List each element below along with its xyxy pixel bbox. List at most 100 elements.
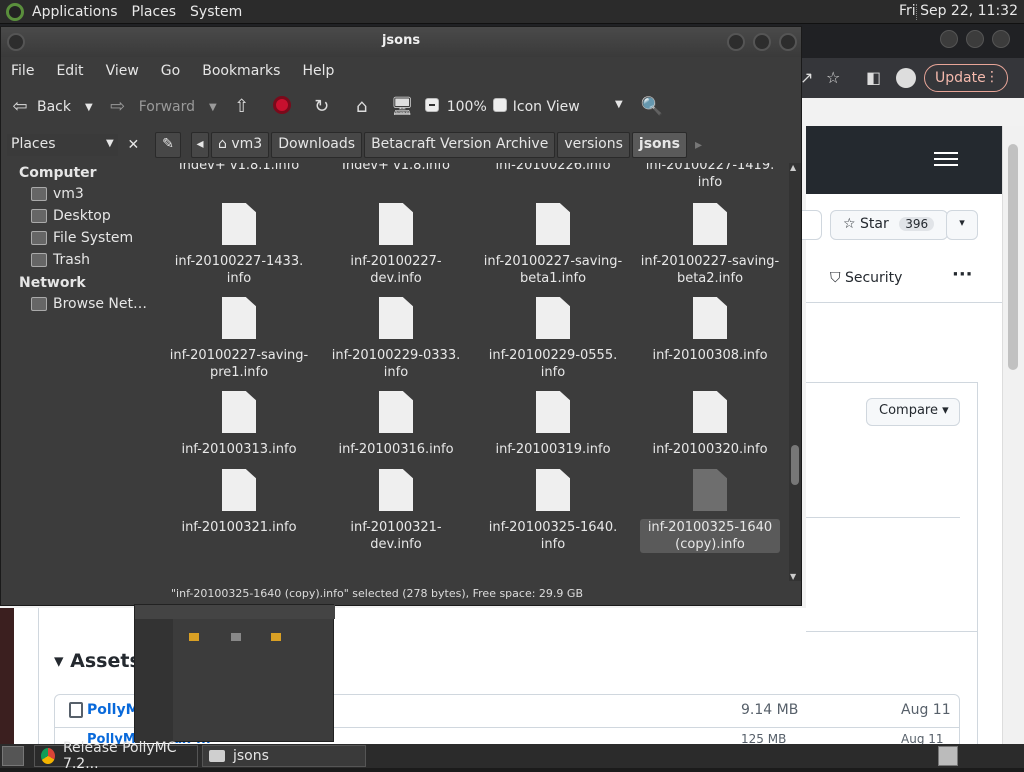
file-item[interactable]: inf-20100229-0555. info bbox=[483, 297, 623, 381]
star-count: 396 bbox=[899, 217, 935, 231]
file-item[interactable]: inf-20100320.info bbox=[640, 391, 780, 458]
close-icon[interactable] bbox=[779, 33, 797, 51]
zoom-level[interactable]: 100% bbox=[447, 99, 487, 115]
zoom-in-button[interactable] bbox=[492, 98, 507, 116]
update-button[interactable]: Update ⋮ bbox=[924, 64, 1008, 92]
close-icon[interactable] bbox=[992, 30, 1010, 48]
menu-edit[interactable]: Edit bbox=[56, 63, 83, 79]
file-item[interactable]: Indev+ v1.8.1.info bbox=[169, 163, 309, 174]
reload-icon[interactable]: ↻ bbox=[311, 96, 333, 118]
share-icon[interactable]: ↗ bbox=[800, 68, 813, 87]
menu-system[interactable]: System bbox=[190, 4, 242, 20]
home-icon[interactable]: ⌂ bbox=[351, 96, 373, 118]
search-icon[interactable]: 🔍 bbox=[641, 96, 663, 118]
star-dropdown-button[interactable]: ▾ bbox=[946, 210, 978, 240]
maximize-icon[interactable] bbox=[966, 30, 984, 48]
file-item[interactable]: inf-20100319.info bbox=[483, 391, 623, 458]
star-button[interactable]: ☆ Star 396 bbox=[830, 210, 948, 240]
window-preview-thumbnail[interactable] bbox=[134, 604, 335, 743]
file-grid[interactable]: Indev+ v1.8.1.info Indev+ v1.8.info inf-20… bbox=[155, 163, 801, 581]
scroll-thumb[interactable] bbox=[791, 445, 799, 485]
zoom-out-button[interactable] bbox=[424, 98, 439, 116]
task-file-manager[interactable]: jsons bbox=[202, 745, 366, 767]
kebab-menu-icon[interactable]: ⋮ bbox=[985, 69, 999, 85]
file-item[interactable]: inf-20100321-dev.info bbox=[326, 469, 466, 553]
location-entry-toggle-icon[interactable]: ✎ bbox=[155, 132, 181, 158]
back-history-dropdown-icon[interactable]: ▼ bbox=[85, 102, 93, 113]
assets-heading[interactable]: ▾ Assets bbox=[54, 650, 141, 672]
menu-places[interactable]: Places bbox=[132, 4, 177, 20]
file-item[interactable]: inf-20100227-saving- pre1.info bbox=[169, 297, 309, 381]
file-item[interactable]: Indev+ v1.8.info bbox=[326, 163, 466, 174]
menu-applications[interactable]: Applications bbox=[32, 4, 118, 20]
minimize-icon[interactable] bbox=[940, 30, 958, 48]
clock[interactable]: Fri Sep 22, 11:32 bbox=[899, 3, 1018, 19]
show-desktop-icon[interactable] bbox=[2, 746, 24, 766]
menu-go[interactable]: Go bbox=[161, 63, 180, 79]
menu-file[interactable]: File bbox=[11, 63, 34, 79]
menu-bookmarks[interactable]: Bookmarks bbox=[202, 63, 280, 79]
bookmark-star-icon[interactable]: ☆ bbox=[826, 68, 840, 87]
sidebar-section-network[interactable]: Network bbox=[1, 271, 149, 293]
path-scroll-right-icon[interactable]: ▸ bbox=[695, 137, 702, 153]
sidebar-item-desktop[interactable]: Desktop bbox=[1, 205, 149, 227]
window-menu-icon[interactable] bbox=[7, 33, 25, 51]
file-item[interactable]: inf-20100226.info bbox=[483, 163, 623, 174]
scroll-down-icon[interactable]: ▼ bbox=[790, 572, 796, 581]
gnome-foot-icon[interactable] bbox=[6, 2, 24, 21]
file-item[interactable]: inf-20100229-0333. info bbox=[326, 297, 466, 381]
compare-button[interactable]: Compare ▾ bbox=[866, 398, 960, 426]
task-browser[interactable]: Release PollyMC 7.2... bbox=[34, 740, 198, 772]
path-versions[interactable]: versions bbox=[557, 132, 630, 158]
path-vm3[interactable]: ⌂ vm3 bbox=[211, 132, 270, 158]
sidebar-item-vm3[interactable]: vm3 bbox=[1, 183, 149, 205]
path-betacraft[interactable]: Betacraft Version Archive bbox=[364, 132, 556, 158]
file-grid-scrollbar[interactable]: ▲ ▼ bbox=[789, 163, 801, 581]
menu-view[interactable]: View bbox=[106, 63, 139, 79]
close-sidebar-icon[interactable]: ✕ bbox=[124, 137, 143, 153]
file-item[interactable]: inf-20100321.info bbox=[169, 469, 309, 536]
document-icon bbox=[536, 297, 570, 339]
file-item[interactable]: inf-20100308.info bbox=[640, 297, 780, 364]
back-button[interactable]: ⇦ Back ▼ bbox=[9, 96, 93, 118]
sidebar-item-browse-network[interactable]: Browse Net… bbox=[1, 293, 149, 315]
maximize-icon[interactable] bbox=[753, 33, 771, 51]
network-icon bbox=[31, 297, 47, 311]
window-titlebar[interactable]: jsons bbox=[1, 27, 801, 57]
more-tabs-button[interactable]: ··· bbox=[952, 264, 973, 285]
file-item[interactable]: inf-20100325-1640 (copy).info bbox=[640, 469, 780, 553]
view-mode-select[interactable]: Icon View ▼ bbox=[513, 99, 623, 115]
file-item[interactable]: inf-20100227-saving- beta2.info bbox=[640, 203, 780, 287]
file-item[interactable]: inf-20100316.info bbox=[326, 391, 466, 458]
scroll-thumb[interactable] bbox=[1008, 144, 1018, 370]
chevron-down-icon: ▼ bbox=[105, 138, 114, 149]
forward-history-dropdown-icon[interactable]: ▼ bbox=[209, 102, 217, 113]
path-downloads[interactable]: Downloads bbox=[271, 132, 363, 158]
profile-avatar-icon[interactable] bbox=[896, 68, 916, 88]
file-item[interactable]: inf-20100325-1640. info bbox=[483, 469, 623, 553]
stop-icon[interactable] bbox=[272, 96, 291, 118]
browser-scrollbar[interactable] bbox=[1002, 126, 1024, 744]
path-jsons[interactable]: jsons bbox=[631, 132, 687, 158]
file-item[interactable]: inf-20100227-dev.info bbox=[326, 203, 466, 287]
sidebar-item-file-system[interactable]: File System bbox=[1, 227, 149, 249]
tab-security[interactable]: ⛉ Security bbox=[830, 270, 902, 286]
minimize-icon[interactable] bbox=[727, 33, 745, 51]
sidebar-section-computer[interactable]: Computer bbox=[1, 161, 149, 183]
sidebar-selector[interactable]: Places ▼ bbox=[7, 134, 118, 156]
file-item[interactable]: inf-20100313.info bbox=[169, 391, 309, 458]
hamburger-menu-icon[interactable] bbox=[934, 152, 958, 166]
file-item[interactable]: inf-20100227-1419. info bbox=[640, 163, 780, 191]
up-arrow-icon[interactable]: ⇧ bbox=[231, 96, 253, 118]
file-item[interactable]: inf-20100227-1433. info bbox=[169, 203, 309, 287]
side-panel-icon[interactable]: ◧ bbox=[866, 68, 881, 87]
forward-button[interactable]: ⇨ Forward ▼ bbox=[107, 96, 217, 118]
computer-icon[interactable]: 🖥 bbox=[391, 96, 414, 118]
scroll-up-icon[interactable]: ▲ bbox=[790, 163, 796, 172]
menu-help[interactable]: Help bbox=[302, 63, 334, 79]
path-scroll-left-icon[interactable]: ◂ bbox=[191, 132, 209, 158]
workspace-switcher-icon[interactable] bbox=[938, 746, 958, 766]
file-item[interactable]: inf-20100227-saving- beta1.info bbox=[483, 203, 623, 287]
file-name: inf-20100313.info bbox=[181, 442, 297, 457]
sidebar-item-trash[interactable]: Trash bbox=[1, 249, 149, 271]
